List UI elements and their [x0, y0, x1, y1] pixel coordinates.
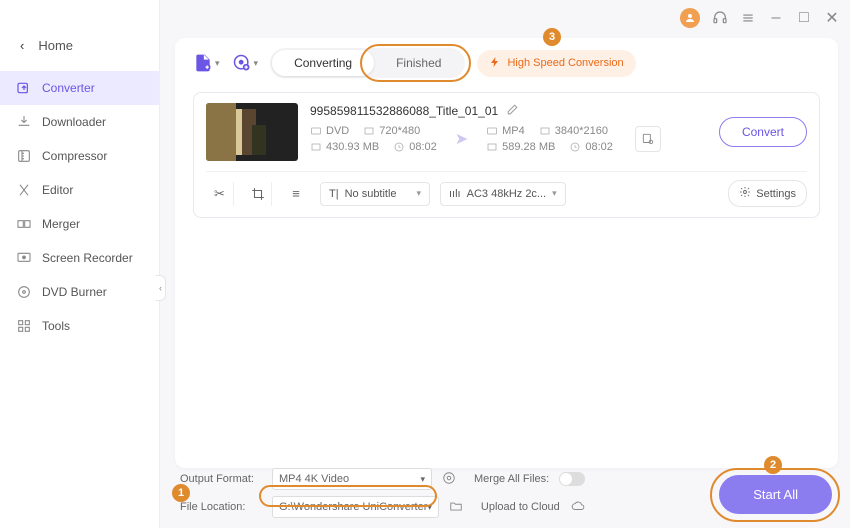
- format-settings-icon[interactable]: [442, 471, 456, 488]
- sidebar-item-tools[interactable]: Tools: [0, 309, 159, 343]
- file-location-value: G:\Wondershare UniConverter: [279, 501, 427, 513]
- headset-icon[interactable]: [712, 10, 728, 26]
- add-file-button[interactable]: ▾: [193, 53, 220, 73]
- chevron-left-icon: ‹: [20, 38, 24, 53]
- crop-icon[interactable]: [244, 182, 272, 206]
- audio-value: AC3 48kHz 2c...: [467, 188, 546, 200]
- file-location-dropdown[interactable]: G:\Wondershare UniConverter ▾: [272, 496, 439, 518]
- chevron-down-icon: ▾: [254, 58, 259, 69]
- settings-label: Settings: [756, 188, 796, 200]
- nav-label: Screen Recorder: [42, 251, 133, 265]
- sidebar-item-compressor[interactable]: Compressor: [0, 139, 159, 173]
- hsc-label: High Speed Conversion: [507, 57, 623, 69]
- output-format-dropdown[interactable]: MP4 4K Video ▾: [272, 468, 432, 490]
- sidebar-item-converter[interactable]: Converter: [0, 71, 159, 105]
- settings-button[interactable]: Settings: [728, 180, 807, 207]
- maximize-button[interactable]: □: [796, 10, 812, 26]
- merger-icon: [16, 216, 32, 232]
- sidebar-item-editor[interactable]: Editor: [0, 173, 159, 207]
- home-label: Home: [38, 38, 73, 53]
- audio-icon: ıılı: [449, 188, 461, 200]
- src-resolution: 720*480: [363, 125, 420, 137]
- merge-toggle[interactable]: [559, 472, 585, 486]
- home-button[interactable]: ‹ Home: [0, 30, 159, 61]
- gear-icon: [739, 186, 751, 201]
- minimize-button[interactable]: –: [768, 10, 784, 26]
- sidebar-item-dvd-burner[interactable]: DVD Burner: [0, 275, 159, 309]
- video-thumbnail[interactable]: [206, 103, 298, 161]
- output-format-label: Output Format:: [180, 473, 262, 485]
- tab-finished[interactable]: Finished: [374, 50, 463, 76]
- sidebar-item-screen-recorder[interactable]: Screen Recorder: [0, 241, 159, 275]
- file-location-label: File Location:: [180, 501, 262, 513]
- nav-label: Converter: [42, 81, 95, 95]
- dst-resolution: 3840*2160: [539, 125, 608, 137]
- nav-label: DVD Burner: [42, 285, 107, 299]
- sidebar-item-merger[interactable]: Merger: [0, 207, 159, 241]
- tab-group: Converting Finished: [270, 48, 465, 78]
- screen-recorder-icon: [16, 250, 32, 266]
- toolbar: ▾ ▾ Converting Finished High Speed Conve…: [175, 38, 838, 88]
- bolt-icon: [489, 56, 501, 71]
- chevron-down-icon: ▾: [427, 502, 432, 513]
- tab-converting[interactable]: Converting: [272, 50, 374, 76]
- convert-icon: [16, 80, 32, 96]
- download-icon: [16, 114, 32, 130]
- src-container: DVD: [310, 125, 349, 137]
- chevron-down-icon: ▾: [552, 188, 557, 199]
- editor-icon: [16, 182, 32, 198]
- nav-label: Downloader: [42, 115, 106, 129]
- chevron-down-icon: ▾: [420, 474, 425, 485]
- subtitle-value: No subtitle: [345, 188, 397, 200]
- audio-dropdown[interactable]: ıılı AC3 48kHz 2c... ▾: [440, 182, 566, 206]
- sidebar: ‹ Home Converter Downloader Compressor E…: [0, 0, 160, 528]
- output-settings-button[interactable]: [635, 126, 661, 152]
- dst-container: MP4: [486, 125, 525, 137]
- window-controls: – □ ✕: [680, 8, 840, 28]
- dst-duration: 08:02: [569, 141, 613, 153]
- dst-size: 589.28 MB: [486, 141, 555, 153]
- convert-button[interactable]: Convert: [719, 117, 807, 147]
- user-avatar[interactable]: [680, 8, 700, 28]
- subtitle-icon: T|: [329, 188, 339, 200]
- high-speed-conversion-button[interactable]: High Speed Conversion: [477, 50, 635, 77]
- menu-icon[interactable]: [740, 10, 756, 26]
- add-dvd-button[interactable]: ▾: [232, 53, 259, 73]
- nav-label: Tools: [42, 319, 70, 333]
- compress-icon: [16, 148, 32, 164]
- chevron-down-icon: ▾: [416, 188, 421, 199]
- output-format-value: MP4 4K Video: [279, 473, 349, 485]
- cloud-icon[interactable]: [570, 499, 586, 516]
- open-folder-icon[interactable]: [449, 499, 463, 516]
- chevron-down-icon: ▾: [215, 58, 220, 69]
- sidebar-item-downloader[interactable]: Downloader: [0, 105, 159, 139]
- dvd-icon: [16, 284, 32, 300]
- nav-label: Merger: [42, 217, 80, 231]
- src-size: 430.93 MB: [310, 141, 379, 153]
- arrow-right-icon: ➤: [455, 129, 468, 149]
- trim-icon[interactable]: ✂: [206, 182, 234, 206]
- src-duration: 08:02: [393, 141, 437, 153]
- file-card: 995859811532886088_Title_01_01 DVD 720*4…: [193, 92, 820, 218]
- merge-label: Merge All Files:: [474, 473, 549, 485]
- nav-label: Editor: [42, 183, 73, 197]
- close-button[interactable]: ✕: [824, 10, 840, 26]
- tools-icon: [16, 318, 32, 334]
- file-title: 995859811532886088_Title_01_01: [310, 104, 498, 118]
- more-icon[interactable]: ≡: [282, 182, 310, 206]
- upload-cloud-label: Upload to Cloud: [481, 501, 560, 513]
- sidebar-collapse-handle[interactable]: ‹: [156, 275, 166, 301]
- start-all-button[interactable]: Start All: [719, 475, 832, 514]
- nav-label: Compressor: [42, 149, 107, 163]
- subtitle-dropdown[interactable]: T| No subtitle ▾: [320, 182, 430, 206]
- edit-title-icon[interactable]: [506, 103, 519, 119]
- main-panel: ▾ ▾ Converting Finished High Speed Conve…: [175, 38, 838, 468]
